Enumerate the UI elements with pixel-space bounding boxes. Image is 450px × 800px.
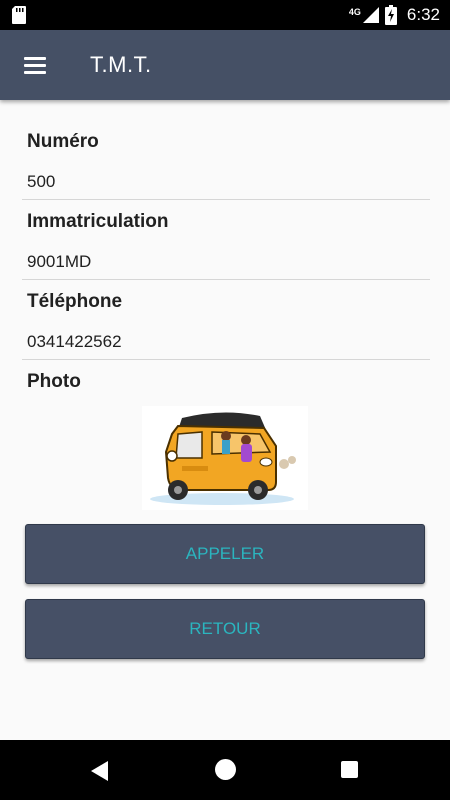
photo-label: Photo xyxy=(27,371,81,392)
divider xyxy=(22,279,430,280)
home-circle-icon[interactable] xyxy=(215,759,236,780)
battery-charging-icon xyxy=(384,5,397,25)
back-triangle-icon[interactable] xyxy=(90,760,110,782)
immatriculation-label: Immatriculation xyxy=(27,211,169,232)
immatriculation-value: 9001MD xyxy=(27,252,92,271)
network-type: 4G xyxy=(348,7,361,17)
navigation-bar xyxy=(0,740,450,800)
telephone-value: 0341422562 xyxy=(27,332,122,351)
rickshaw-photo xyxy=(142,406,308,510)
signal-icon xyxy=(362,7,379,23)
sd-card-icon xyxy=(12,6,26,24)
divider xyxy=(22,359,430,360)
app-bar: T.M.T. xyxy=(0,30,450,100)
numero-label: Numéro xyxy=(27,131,99,152)
page-title: T.M.T. xyxy=(90,52,152,77)
back-button[interactable]: RETOUR xyxy=(25,599,425,659)
divider xyxy=(22,199,430,200)
numero-value: 500 xyxy=(27,172,56,191)
telephone-label: Téléphone xyxy=(27,291,123,312)
recent-apps-square-icon[interactable] xyxy=(341,761,358,778)
call-button[interactable]: APPELER xyxy=(25,524,425,584)
hamburger-menu-icon[interactable] xyxy=(22,54,48,76)
status-time: 6:32 xyxy=(406,5,440,24)
status-bar: 4G 6:32 xyxy=(0,0,450,30)
